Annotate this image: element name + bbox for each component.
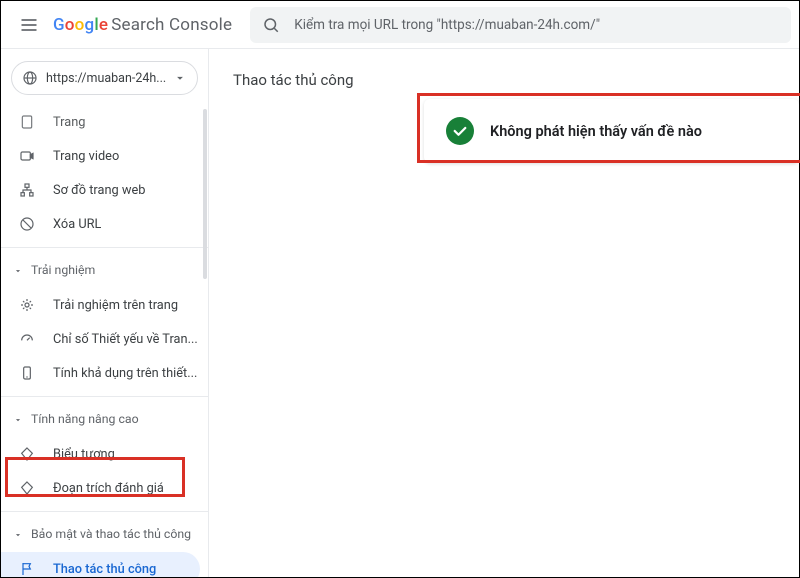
caret-down-icon [11,530,25,540]
section-enhancements[interactable]: Tính năng nâng cao [1,403,208,437]
globe-icon [22,70,38,86]
sidebar-scrollbar[interactable] [203,109,207,279]
status-card: Không phát hiện thấy vấn đề nào [424,99,799,163]
page-title: Thao tác thủ công [233,71,775,89]
nav-item-logos[interactable]: Biểu tượng [1,437,208,471]
hamburger-icon [19,15,39,35]
nav-item-pages[interactable]: Trang [1,105,208,139]
nav-item-manual-actions[interactable]: Thao tác thủ công [1,552,200,577]
chevron-down-icon [173,71,187,85]
divider [1,511,208,512]
nav-item-video-pages[interactable]: Trang video [1,139,208,173]
sidebar-nav: Trang Trang video Sơ đồ trang web Xóa UR… [1,105,208,577]
search-placeholder: Kiểm tra mọi URL trong "https://muaban-2… [294,17,600,33]
divider [1,396,208,397]
main-content: Thao tác thủ công Không phát hiện thấy v… [209,49,799,577]
sitemap-icon [19,182,41,198]
property-selector[interactable]: https://muaban-24h... [11,61,198,95]
app-header: Google Search Console Kiểm tra mọi URL t… [1,1,799,49]
sidebar: https://muaban-24h... Trang Trang video … [1,49,209,577]
nav-item-removals[interactable]: Xóa URL [1,207,208,241]
caret-down-icon [11,415,25,425]
menu-button[interactable] [9,5,49,45]
video-icon [19,148,41,164]
product-logo[interactable]: Google Search Console [53,15,232,35]
check-circle-icon [446,117,474,145]
caret-down-icon [11,266,25,276]
product-name: Search Console [111,15,232,35]
sparkle-icon [19,297,41,313]
nav-item-sitemaps[interactable]: Sơ đồ trang web [1,173,208,207]
block-icon [19,216,41,232]
document-icon [19,114,41,130]
section-security-manual-actions[interactable]: Bảo mật và thao tác thủ công [1,518,208,552]
divider [1,247,208,248]
speed-icon [19,331,41,347]
nav-item-review-snippets[interactable]: Đoạn trích đánh giá [1,471,208,505]
diamond-icon [19,446,41,462]
diamond-icon [19,480,41,496]
property-label: https://muaban-24h... [46,71,173,86]
nav-item-mobile-usability[interactable]: Tính khả dụng trên thiết... [1,356,208,390]
status-message: Không phát hiện thấy vấn đề nào [490,123,702,140]
search-icon [262,16,280,34]
flag-icon [19,561,41,577]
nav-item-core-web-vitals[interactable]: Chỉ số Thiết yếu về Tran... [1,322,208,356]
url-inspection-search[interactable]: Kiểm tra mọi URL trong "https://muaban-2… [250,7,791,43]
mobile-icon [19,365,41,381]
section-experience[interactable]: Trải nghiệm [1,254,208,288]
nav-item-page-experience[interactable]: Trải nghiệm trên trang [1,288,208,322]
